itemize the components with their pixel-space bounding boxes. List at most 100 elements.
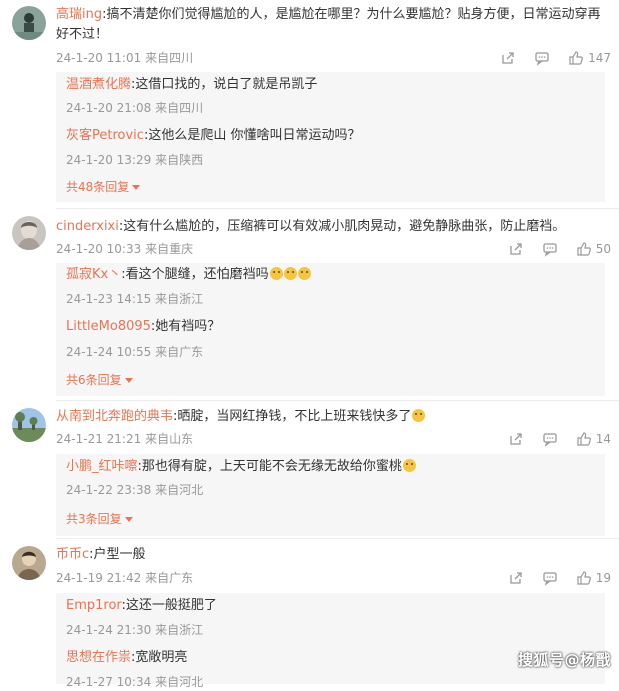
reply-username-link[interactable]: 温酒煮化腾 [66,77,131,92]
smiley-emoji-icon [297,267,311,280]
comment-text: :户型一般 [89,547,146,562]
reply-text: 思想在作祟:宽敞明亮 [66,649,595,667]
username-link[interactable]: 从南到北奔跑的典韦 [56,409,173,424]
comment-body: 从南到北奔跑的典韦:晒腚，当网红挣钱，不比上班来钱快多了 [56,407,605,427]
like-count: 19 [595,571,611,585]
reply-location: 来自河北 [155,483,204,497]
reply-content: :那也得有腚，上天可能不会无缘无故给你蜜桃 [137,459,402,474]
comment-icon[interactable] [542,431,558,447]
reply-text: 小鹏_红咔嚓:那也得有腚，上天可能不会无缘无故给你蜜桃 [66,458,595,476]
reply-meta: 24-1-23 14:15 来自浙江 [66,290,203,308]
reply-location: 来自四川 [155,101,204,115]
thumbs-up-icon [569,51,584,65]
reply-text: Emp1ror:这还一般挺肥了 [66,597,595,615]
reply-location: 来自浙江 [155,623,204,637]
reply-location: 来自浙江 [155,292,204,306]
more-replies-label: 共48条回复 [66,180,130,194]
more-replies-link[interactable]: 共48条回复 [66,178,141,196]
comment-text: :这有什么尴尬的，压缩裤可以有效减小肌肉晃动，避免静脉曲张，防止磨裆。 [118,219,566,234]
reply-box: 小鹏_红咔嚓:那也得有腚，上天可能不会无缘无故给你蜜桃 24-1-22 23:3… [56,454,605,536]
reply-box: 温酒煮化腾:这借口找的，说白了就是吊凯子 24-1-20 21:08 来自四川 … [56,72,605,202]
comment-actions: 147 [500,49,611,67]
reply-username-link[interactable]: Emp1ror [66,598,122,613]
comment-actions: 50 [508,240,611,258]
comment-actions: 14 [508,430,611,448]
reply-content: :她有裆吗？ [150,319,221,334]
like-count: 50 [595,242,611,256]
reply-text: 温酒煮化腾:这借口找的，说白了就是吊凯子 [66,76,595,94]
caret-down-icon [132,185,141,190]
reply-username-link[interactable]: 孤寂Kx丶 [66,267,121,282]
thumbs-up-icon [577,571,591,585]
more-replies-label: 共3条回复 [66,512,122,526]
reply-content: :宽敞明亮 [131,650,188,665]
reply-box: Emp1ror:这还一般挺肥了 24-1-24 21:30 来自浙江 思想在作祟… [56,593,605,689]
reply-location: 来自陕西 [155,153,204,167]
reply-meta: 24-1-24 21:30 来自浙江 [66,621,203,639]
reply-location: 来自河北 [155,675,204,689]
thumbs-up-icon [577,432,591,446]
reply-username-link[interactable]: 灰客Petrovic [66,128,144,143]
like-button[interactable]: 147 [568,50,611,66]
reply-date: 24-1-27 10:34 [66,675,152,689]
comment-location: 来自广东 [145,571,194,585]
comment-icon[interactable] [542,241,558,257]
like-button[interactable]: 50 [576,241,611,257]
share-icon[interactable] [508,570,524,586]
comment-icon[interactable] [542,570,558,586]
like-count: 14 [595,432,611,446]
comment-date: 24-1-21 21:21 [56,432,142,446]
reply-box: 孤寂Kx丶:看这个腿缝，还怕磨裆吗 24-1-23 14:15 来自浙江 Lit… [56,263,605,396]
comment-actions: 19 [508,569,611,587]
comment-icon[interactable] [534,50,550,66]
comment-meta: 24-1-20 11:01 来自四川 [56,49,193,67]
avatar[interactable] [12,546,46,580]
reply-meta: 24-1-20 13:29 来自陕西 [66,151,203,169]
divider [56,208,619,209]
share-icon[interactable] [508,431,524,447]
comment-meta: 24-1-19 21:42 来自广东 [56,569,193,587]
reply-text: 孤寂Kx丶:看这个腿缝，还怕磨裆吗 [66,266,595,284]
like-button[interactable]: 19 [576,570,611,586]
avatar[interactable] [12,6,46,40]
reply-username-link[interactable]: LittleMo8095 [66,319,151,334]
reply-username-link[interactable]: 思想在作祟 [66,650,131,665]
share-icon[interactable] [508,241,524,257]
smiley-emoji-icon [412,409,426,422]
reply-meta: 24-1-24 10:55 来自广东 [66,343,203,361]
username-link[interactable]: 币币c [56,547,89,562]
comment-date: 24-1-19 21:42 [56,571,142,585]
like-button[interactable]: 14 [576,431,611,447]
reply-content: :这借口找的，说白了就是吊凯子 [131,77,318,92]
reply-date: 24-1-24 10:55 [66,345,152,359]
reply-date: 24-1-23 14:15 [66,292,152,306]
smiley-emoji-icon [283,267,297,280]
smiley-emoji-icon [269,267,283,280]
comment-meta: 24-1-20 10:33 来自重庆 [56,240,193,258]
avatar[interactable] [12,216,46,250]
divider [56,538,619,539]
comment-location: 来自山东 [145,432,194,446]
watermark: 搜狐号@杨戬 [517,651,611,669]
more-replies-link[interactable]: 共6条回复 [66,371,133,389]
reply-content: :这他么是爬山 你懂啥叫日常运动吗？ [143,128,361,143]
reply-content: :看这个腿缝，还怕磨裆吗 [121,267,269,282]
username-link[interactable]: 高瑞ing [56,7,102,22]
share-icon[interactable] [500,50,516,66]
comment-body: cinderxixi:这有什么尴尬的，压缩裤可以有效减小肌肉晃动，避免静脉曲张，… [56,217,605,237]
smiley-emoji-icon [402,459,416,472]
caret-down-icon [124,378,133,383]
more-replies-link[interactable]: 共3条回复 [66,510,133,528]
reply-username-link[interactable]: 小鹏_红咔嚓 [66,459,138,474]
divider [56,400,619,401]
caret-down-icon [124,517,133,522]
comment-date: 24-1-20 11:01 [56,51,142,65]
reply-content: :这还一般挺肥了 [121,598,217,613]
comment-location: 来自重庆 [145,242,194,256]
avatar[interactable] [12,408,46,442]
comment-text: :搞不清楚你们觉得尴尬的人，是尴尬在哪里？为什么要尴尬？贴身方便，日常运动穿再好… [56,7,601,42]
comment-date: 24-1-20 10:33 [56,242,142,256]
reply-text: 灰客Petrovic:这他么是爬山 你懂啥叫日常运动吗？ [66,127,595,145]
reply-date: 24-1-20 21:08 [66,101,152,115]
username-link[interactable]: cinderxixi [56,219,119,234]
